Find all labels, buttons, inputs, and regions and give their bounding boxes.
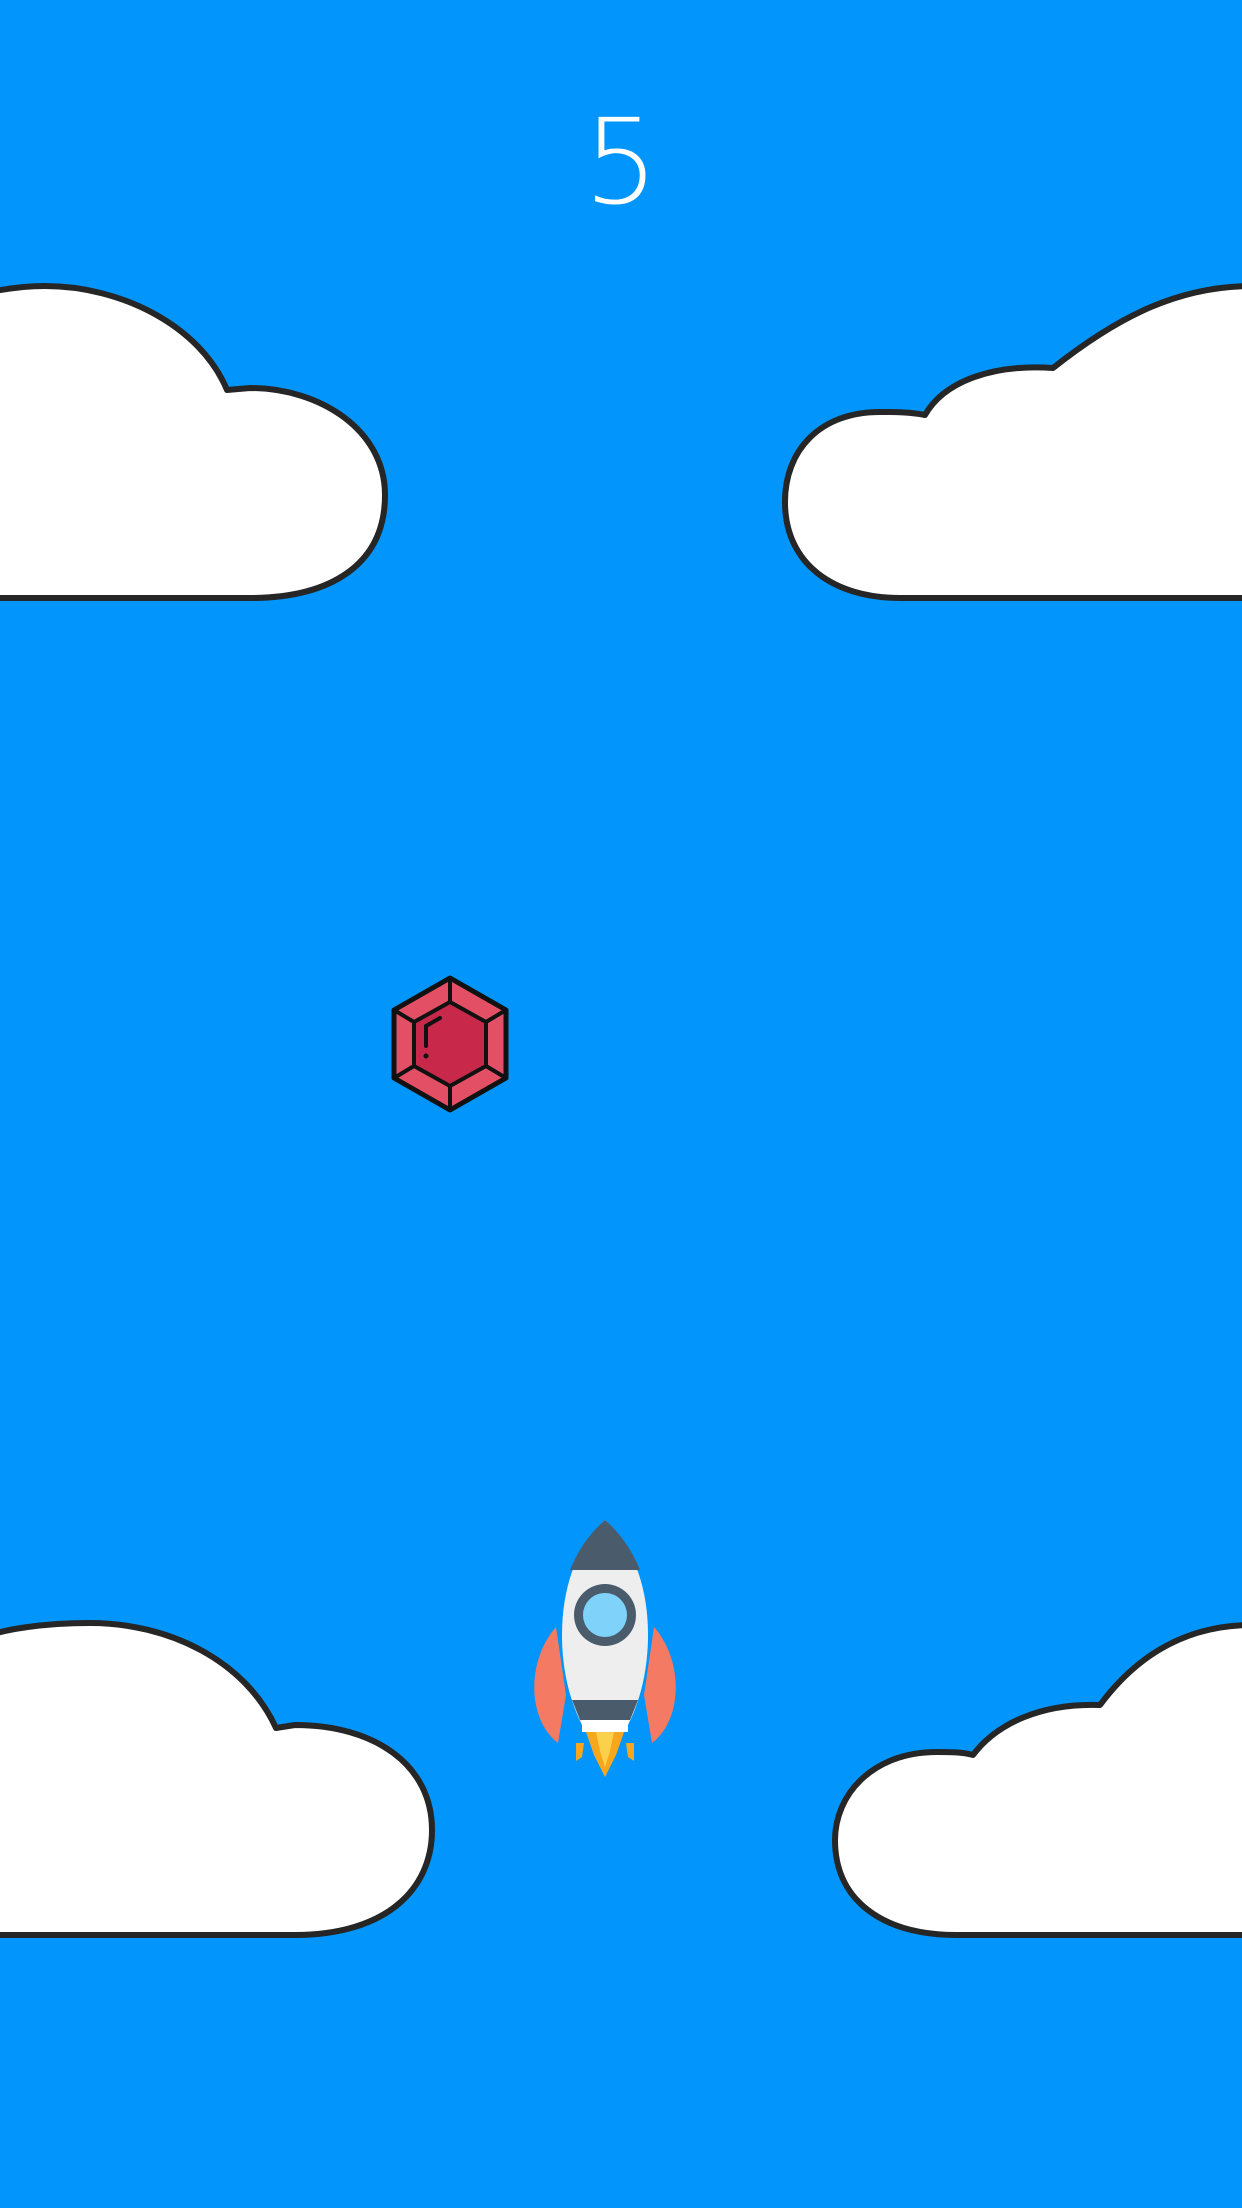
rocket-icon[interactable] (520, 1515, 690, 1785)
gem-icon (391, 975, 509, 1113)
cloud-icon (0, 1620, 435, 1938)
cloud-icon (832, 1622, 1242, 1938)
cloud-icon (0, 283, 388, 601)
score-counter: 5 (583, 93, 659, 231)
cloud-icon (782, 283, 1242, 601)
game-canvas[interactable]: 5 (0, 0, 1242, 2208)
